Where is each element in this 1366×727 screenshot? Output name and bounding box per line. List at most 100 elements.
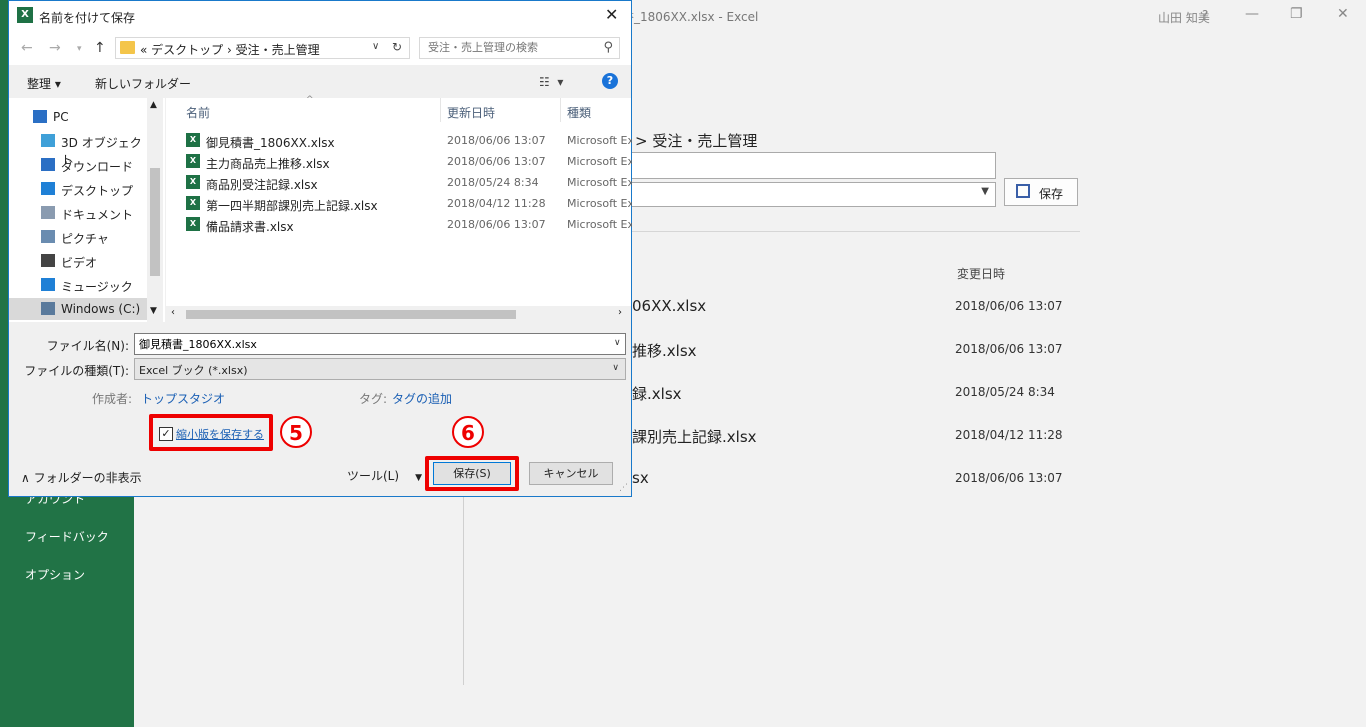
col-header-date[interactable]: 更新日時 [447, 104, 495, 121]
file-type: Microsoft Excel [567, 155, 632, 168]
backstage-recent-date: 2018/05/24 8:34 [955, 385, 1055, 399]
search-box[interactable]: ⚲ [419, 37, 620, 59]
video-icon [41, 254, 55, 267]
cancel-button[interactable]: キャンセル [529, 462, 613, 485]
chevron-down-icon: ▼ [981, 186, 989, 197]
organize-button[interactable]: 整理 ▾ [27, 75, 61, 92]
backstage-recent-date: 2018/06/06 13:07 [955, 342, 1063, 356]
backstage-recent-date: 2018/06/06 13:07 [955, 299, 1063, 313]
file-name: 主力商品売上推移.xlsx [206, 157, 330, 171]
save-thumbnail-label[interactable]: 縮小版を保存する [176, 426, 264, 442]
backstage-recent-date: 2018/04/12 11:28 [955, 428, 1063, 442]
help-button[interactable]: ? [1202, 8, 1208, 22]
backstage-col-modified: 変更日時 [957, 267, 1006, 281]
file-list-hscrollbar[interactable]: ‹ › [166, 306, 631, 322]
step-5-badge: 5 [280, 416, 312, 448]
document-icon [41, 206, 55, 219]
file-date: 2018/05/24 8:34 [447, 176, 539, 189]
nav-item-downloads[interactable]: ダウンロード [9, 154, 147, 176]
file-date: 2018/06/06 13:07 [447, 155, 546, 168]
back-arrow-icon[interactable]: ← [21, 40, 33, 56]
file-row[interactable]: X 主力商品売上推移.xlsx 2018/06/06 13:07 Microsoft … [186, 152, 632, 172]
address-dropdown-icon[interactable]: ∨ [372, 41, 379, 52]
nav-item-label: Windows (C:) [61, 302, 141, 316]
backstage-filename-input[interactable] [625, 152, 996, 179]
search-icon[interactable]: ⚲ [603, 40, 613, 55]
scroll-up-icon[interactable]: ▲ [150, 100, 157, 110]
backstage-breadcrumb: > 受注・売上管理 [635, 132, 758, 150]
file-row[interactable]: X 御見積書_1806XX.xlsx 2018/06/06 13:07 Microso… [186, 131, 632, 151]
save-button[interactable]: 保存(S) [433, 462, 511, 485]
nav-item-music[interactable]: ミュージック [9, 274, 147, 296]
view-options-icon[interactable]: ☷ ▾ [539, 75, 563, 89]
nav-scrollbar[interactable]: ▲ ▼ [147, 98, 163, 322]
backstage-recent-name[interactable]: 録.xlsx [632, 383, 682, 404]
col-header-type[interactable]: 種類 [567, 104, 591, 121]
nav-item-desktop[interactable]: デスクトップ [9, 178, 147, 200]
picture-icon [41, 230, 55, 243]
help-icon[interactable]: ? [602, 73, 618, 89]
col-separator[interactable] [440, 98, 441, 122]
sidebar-item-options[interactable]: オプション [25, 566, 85, 583]
forward-arrow-icon[interactable]: → [49, 40, 61, 56]
file-row[interactable]: X 備品請求書.xlsx 2018/06/06 13:07 Microsoft Exc… [186, 215, 632, 235]
nav-item-label: ダウンロード [61, 160, 134, 174]
file-row[interactable]: X 商品別受注記録.xlsx 2018/05/24 8:34 Microsoft Ex… [186, 173, 632, 193]
author-value[interactable]: トップスタジオ [141, 390, 225, 407]
nav-item-videos[interactable]: ビデオ [9, 250, 147, 272]
address-bar[interactable]: « デスクトップ › 受注・売上管理 ∨ ↻ [115, 37, 410, 59]
dialog-nav-bar: ← → ▾ ↑ « デスクトップ › 受注・売上管理 ∨ ↻ ⚲ [9, 31, 631, 65]
tools-button[interactable]: ツール(L) ▼ [347, 467, 422, 484]
chevron-up-icon: ∧ [21, 471, 34, 485]
sidebar-item-feedback[interactable]: フィードバック [25, 528, 109, 545]
dialog-close-icon[interactable]: ✕ [605, 5, 618, 24]
file-type: Microsoft Excel [567, 197, 632, 210]
backstage-save-button[interactable]: 保存 [1004, 178, 1078, 206]
file-name: 第一四半期部課別売上記録.xlsx [206, 199, 378, 213]
nav-item-label: ミュージック [61, 280, 133, 294]
nav-item-label: デスクトップ [61, 184, 134, 198]
backstage-recent-name[interactable]: 課別売上記録.xlsx [632, 426, 757, 447]
backstage-filetype-select[interactable]: ▼ [625, 182, 996, 207]
dialog-title: 名前を付けて保存 [39, 11, 136, 25]
dialog-titlebar[interactable]: X 名前を付けて保存 ✕ [9, 1, 631, 31]
tag-value[interactable]: タグの追加 [392, 390, 452, 407]
recent-locations-icon[interactable]: ▾ [77, 44, 82, 54]
minimize-icon[interactable]: — [1245, 6, 1259, 22]
nav-item-pictures[interactable]: ピクチャ [9, 226, 147, 248]
up-arrow-icon[interactable]: ↑ [94, 40, 106, 56]
excel-app-icon: X [17, 7, 33, 23]
backstage-recent-date: 2018/06/06 13:07 [955, 471, 1063, 485]
nav-item-documents[interactable]: ドキュメント [9, 202, 147, 224]
hide-folders-button[interactable]: ∧ フォルダーの非表示 [21, 469, 142, 486]
excel-file-icon: X [186, 133, 200, 147]
backstage-recent-name[interactable]: 06XX.xlsx [632, 297, 706, 315]
nav-item-3d-objects[interactable]: 3D オブジェクト [9, 130, 147, 167]
nav-scroll-thumb[interactable] [150, 168, 160, 276]
scroll-right-icon[interactable]: › [618, 307, 622, 318]
backstage-recent-name[interactable]: 推移.xlsx [632, 340, 697, 361]
filetype-select[interactable]: Excel ブック (*.xlsx) ∨ [134, 358, 626, 380]
file-row[interactable]: X 第一四半期部課別売上記録.xlsx 2018/04/12 11:28 Micros… [186, 194, 632, 214]
refresh-icon[interactable]: ↻ [392, 40, 402, 54]
nav-item-windows-c[interactable]: Windows (C:) [9, 298, 147, 320]
backstage-recent-name[interactable]: sx [632, 469, 649, 487]
resize-grip-icon[interactable]: ⋰ [619, 483, 628, 493]
navigation-pane: PC 3D オブジェクト ダウンロード デスクトップ ドキュメント ピクチャ ビ… [9, 98, 165, 322]
nav-item-pc[interactable]: PC [9, 106, 147, 128]
music-icon [41, 278, 55, 291]
scroll-left-icon[interactable]: ‹ [171, 307, 175, 318]
save-icon [1016, 184, 1030, 198]
save-thumbnail-checkbox[interactable]: ✓ [159, 427, 173, 441]
search-input[interactable] [426, 40, 600, 55]
hscroll-thumb[interactable] [186, 310, 516, 319]
new-folder-button[interactable]: 新しいフォルダー [95, 75, 191, 92]
filename-input[interactable] [134, 333, 626, 355]
restore-icon[interactable]: ❐ [1290, 6, 1303, 22]
col-header-name[interactable]: 名前 [186, 104, 210, 121]
close-icon[interactable]: ✕ [1337, 6, 1349, 22]
filename-dropdown-icon[interactable]: ∨ [614, 338, 621, 348]
col-separator[interactable] [560, 98, 561, 122]
file-name: 備品請求書.xlsx [206, 220, 294, 234]
scroll-down-icon[interactable]: ▼ [150, 306, 157, 316]
